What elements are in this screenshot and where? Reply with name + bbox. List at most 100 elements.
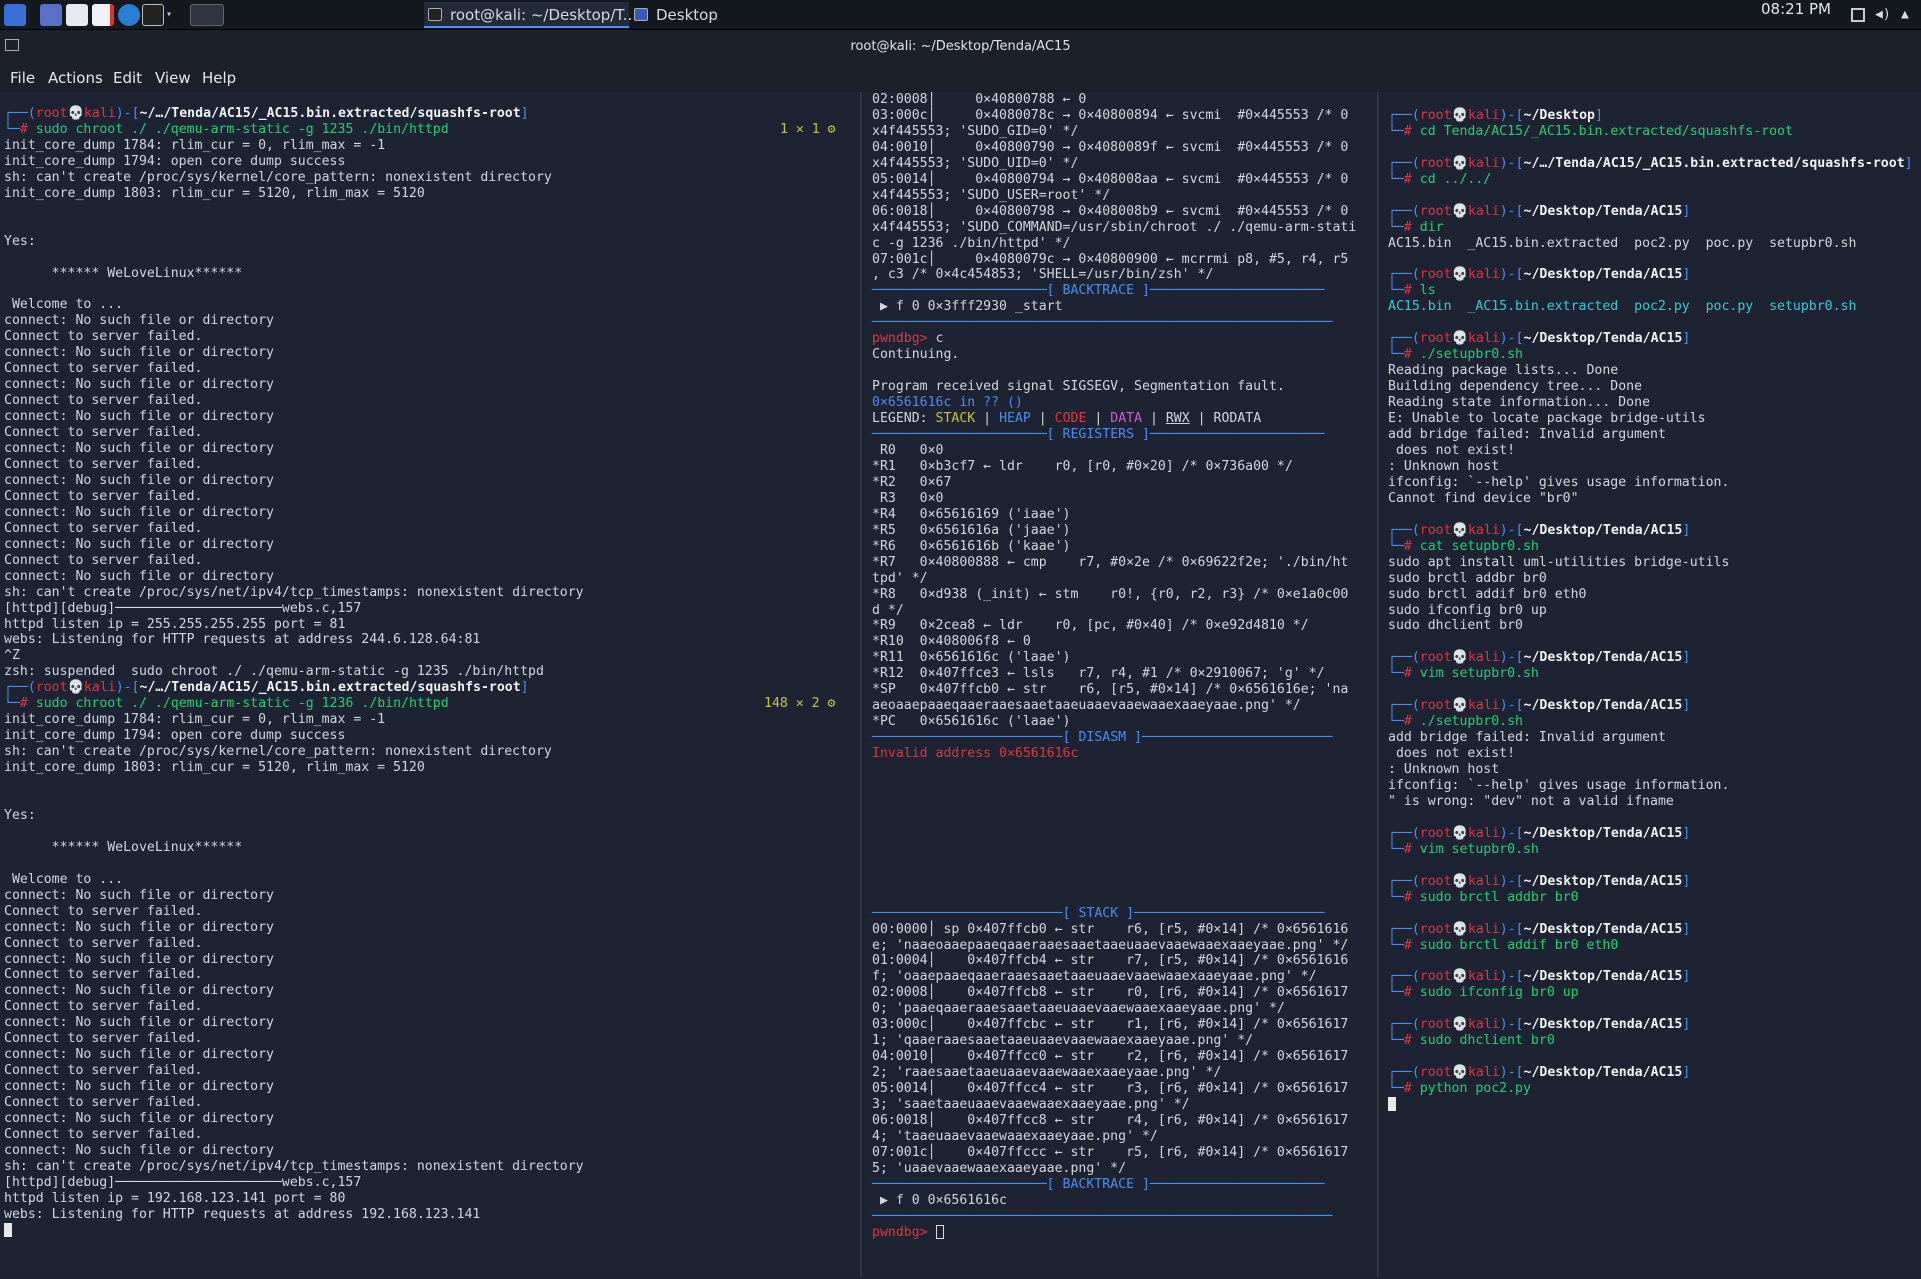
- prompt-path: ~/Desktop/Tenda/AC15: [1523, 203, 1683, 219]
- window-menu-icon[interactable]: [5, 39, 19, 51]
- pwndbg-command: c: [935, 331, 944, 347]
- prompt-path: ~/Desktop/Tenda/AC15: [1523, 921, 1683, 937]
- terminal-task-icon: [428, 8, 442, 21]
- kali-menu-icon[interactable]: [4, 4, 26, 26]
- prompt-bracket: ┌──(: [1388, 650, 1420, 666]
- registers-list: R0 0×0 *R1 0×b3cf7 ← ldr r0, [r0, #0×20]…: [872, 442, 1349, 730]
- chevron-down-icon[interactable]: ▾: [166, 4, 176, 26]
- task-desktop-label: Desktop: [656, 6, 718, 24]
- prompt-bracket: )-[: [1499, 873, 1524, 889]
- prompt-bracket: ┌──(: [1388, 155, 1420, 171]
- prompt-command: vim setupbr0.sh: [1419, 666, 1539, 682]
- prompt-path: ~/Desktop/Tenda/AC15: [1523, 267, 1683, 283]
- monitor-icon[interactable]: [1851, 8, 1865, 22]
- prompt-user-host: root💀kali: [1419, 331, 1500, 347]
- prompt-bracket: )-[: [1499, 825, 1524, 841]
- menu-file[interactable]: File: [10, 64, 35, 92]
- prompt-bracket: ┌──(: [1388, 1017, 1420, 1033]
- text-editor-icon[interactable]: [92, 4, 114, 26]
- task-desktop[interactable]: Desktop: [630, 2, 750, 28]
- volume-icon[interactable]: ◀): [1875, 8, 1891, 22]
- prompt-symbol: #: [1403, 1081, 1420, 1097]
- prompt-path: ~/Desktop/Tenda/AC15: [1523, 698, 1683, 714]
- prompt-bracket: )-[: [1499, 155, 1524, 171]
- browser-icon[interactable]: [118, 4, 140, 26]
- prompt-path: ~/Desktop/Tenda/AC15: [1523, 825, 1683, 841]
- prompt-user-host: root💀kali: [1419, 921, 1500, 937]
- prompt-user-host: root💀kali: [1419, 107, 1500, 123]
- prompt-bracket: )-[: [1499, 1065, 1524, 1081]
- prompt-symbol: #: [1403, 283, 1420, 299]
- prompt-path: ~/Desktop/Tenda/AC15: [1523, 873, 1683, 889]
- command-output: sudo apt install uml-utilities bridge-ut…: [1388, 554, 1730, 634]
- menubar: File Actions Edit View Help: [0, 64, 1921, 92]
- backtrace-frame: ▶ f 0 0×6561616c: [872, 1192, 1007, 1208]
- menu-actions[interactable]: Actions: [48, 64, 103, 92]
- show-desktop-icon[interactable]: [40, 4, 62, 26]
- prompt-bracket: ┌──(: [1388, 203, 1420, 219]
- task-terminal-label: root@kali: ~/Desktop/T...: [450, 6, 638, 24]
- prompt-symbol: #: [1403, 1033, 1420, 1049]
- prompt-command: sudo brctl addif br0 eth0: [1419, 937, 1619, 953]
- text-cursor: [935, 1224, 944, 1239]
- text-cursor: [1388, 1097, 1396, 1112]
- prompt-command: vim setupbr0.sh: [1419, 841, 1539, 857]
- prompt-symbol: #: [1403, 538, 1420, 554]
- pane-divider[interactable]: [1377, 92, 1379, 1277]
- prompt-user-host: root💀kali: [1419, 969, 1500, 985]
- prompt-bracket: )-[: [1499, 1017, 1524, 1033]
- legend-code: CODE: [1054, 411, 1087, 427]
- legend-label: LEGEND:: [872, 411, 928, 427]
- legend-rwx: RWX: [1165, 411, 1190, 427]
- file-manager-icon[interactable]: [66, 4, 88, 26]
- prompt-command: sudo dhclient br0: [1419, 1033, 1555, 1049]
- stack-header: [ STACK ]: [1062, 905, 1135, 921]
- prompt-symbol: #: [1403, 666, 1420, 682]
- prompt-symbol: #: [1403, 219, 1420, 235]
- prompt-user-host: root💀kali: [1419, 267, 1500, 283]
- prompt-path: ~/Desktop: [1523, 107, 1595, 123]
- prompt-user-host: root💀kali: [1419, 155, 1500, 171]
- job-status: 148 ✕ 2 ⚙: [764, 696, 836, 712]
- prompt-path: ~/…/Tenda/AC15/_AC15.bin.extracted/squas…: [1523, 155, 1905, 171]
- prompt-symbol: #: [1403, 123, 1420, 139]
- prompt-bracket: )-[: [1499, 698, 1524, 714]
- prompt-path: ~/…/Tenda/AC15/_AC15.bin.extracted/squas…: [139, 680, 521, 696]
- prompt-command: ls: [1419, 283, 1436, 299]
- prompt-bracket: ┌──(: [1388, 1065, 1420, 1081]
- prompt-command: ./setupbr0.sh: [1419, 347, 1523, 363]
- prompt-command: python poc2.py: [1419, 1081, 1531, 1097]
- disasm-header: [ DISASM ]: [1062, 730, 1142, 746]
- prompt-user: root: [35, 106, 68, 121]
- menu-view[interactable]: View: [155, 64, 191, 92]
- prompt-bracket: ┌──(: [1388, 331, 1420, 347]
- prompt-bracket: )-[: [1499, 107, 1524, 123]
- continuing-text: Continuing. Program received signal SIGS…: [872, 347, 1285, 395]
- prompt-bracket: )-[: [1499, 969, 1524, 985]
- terminal-icon[interactable]: [142, 4, 164, 26]
- prompt-command: cd ../../: [1419, 171, 1492, 187]
- terminal-pane-pwndbg[interactable]: 02:0008│ 0×40800788 ← 0 03:000c│ 0×40800…: [862, 92, 1377, 1277]
- bell-icon[interactable]: ▲: [1901, 8, 1915, 22]
- prompt-bracket: )-[: [1499, 650, 1524, 666]
- prompt-path: ~/Desktop/Tenda/AC15: [1523, 650, 1683, 666]
- invalid-address: Invalid address 0×6561616c: [872, 746, 1079, 762]
- prompt-bracket: ┌──(: [1388, 921, 1420, 937]
- terminal-pane-httpd[interactable]: ┌──(root💀kali)-[~/…/Tenda/AC15/_AC15.bin…: [0, 92, 860, 1277]
- prompt-user: root: [35, 680, 68, 696]
- task-terminal[interactable]: root@kali: ~/Desktop/T...: [424, 2, 637, 28]
- prompt-user-host: root💀kali: [1419, 203, 1500, 219]
- menu-help[interactable]: Help: [202, 64, 236, 92]
- prompt-path: ~/Desktop/Tenda/AC15: [1523, 331, 1683, 347]
- prompt-path: ~/Desktop/Tenda/AC15: [1523, 1065, 1683, 1081]
- prompt-bracket: ┌──(: [1388, 267, 1420, 283]
- prompt-command: ./setupbr0.sh: [1419, 714, 1523, 730]
- prompt-bracket: ┌──(: [1388, 969, 1420, 985]
- menu-edit[interactable]: Edit: [113, 64, 142, 92]
- command-output: Reading package lists... Done Building d…: [1388, 363, 1730, 506]
- active-terminal-icon[interactable]: [190, 4, 224, 26]
- terminal-pane-shell[interactable]: ┌──(root💀kali)-[~/Desktop] └─# cd Tenda/…: [1380, 92, 1921, 1277]
- clock[interactable]: 08:21 PM: [1761, 0, 1831, 18]
- stack-top: 02:0008│ 0×40800788 ← 0 03:000c│ 0×40800…: [872, 92, 1357, 283]
- prompt-symbol: #: [1403, 937, 1420, 953]
